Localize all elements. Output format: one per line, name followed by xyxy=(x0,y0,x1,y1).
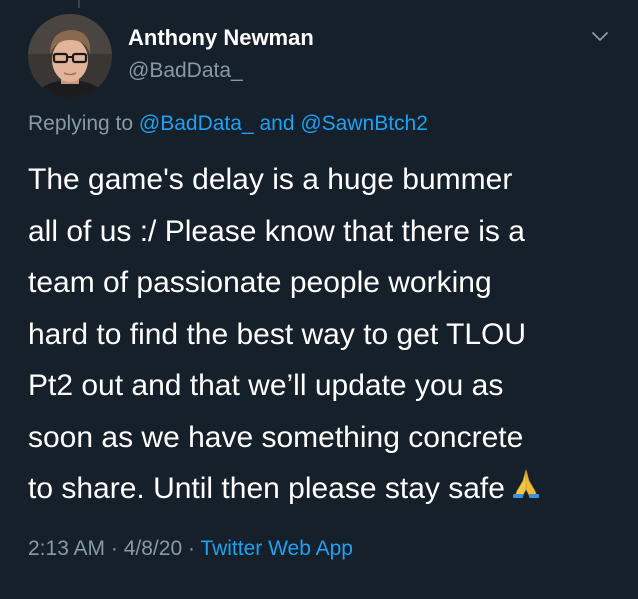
reply-joiner: and xyxy=(253,112,301,135)
chevron-down-icon[interactable] xyxy=(592,30,608,42)
tweet-card: Anthony Newman @BadData_ Replying to @Ba… xyxy=(0,0,638,599)
tweet-body: The game's delay is a huge bummer all of… xyxy=(28,154,618,516)
tweet-time[interactable]: 2:13 AM xyxy=(28,537,105,560)
tweet-meta: 2:13 AM · 4/8/20 · Twitter Web App xyxy=(28,537,353,561)
tweet-source-link[interactable]: Twitter Web App xyxy=(200,537,353,560)
mention-link-baddata[interactable]: @BadData_ xyxy=(139,112,254,135)
avatar-photo xyxy=(28,14,112,98)
author-display-name[interactable]: Anthony Newman xyxy=(128,25,314,51)
reply-context: Replying to @BadData_ and @SawnBtch2 xyxy=(28,112,428,136)
avatar[interactable] xyxy=(28,14,112,98)
tweet-date[interactable]: 4/8/20 xyxy=(124,537,182,560)
meta-separator: · xyxy=(105,537,124,560)
thread-connector xyxy=(78,0,80,8)
author-handle[interactable]: @BadData_ xyxy=(128,59,243,83)
reply-prefix: Replying to xyxy=(28,112,139,135)
mention-link-sawnbtch2[interactable]: @SawnBtch2 xyxy=(300,112,428,135)
tweet-text: The game's delay is a huge bummer all of… xyxy=(28,163,527,505)
meta-separator: · xyxy=(182,537,201,560)
folded-hands-icon xyxy=(509,464,543,516)
